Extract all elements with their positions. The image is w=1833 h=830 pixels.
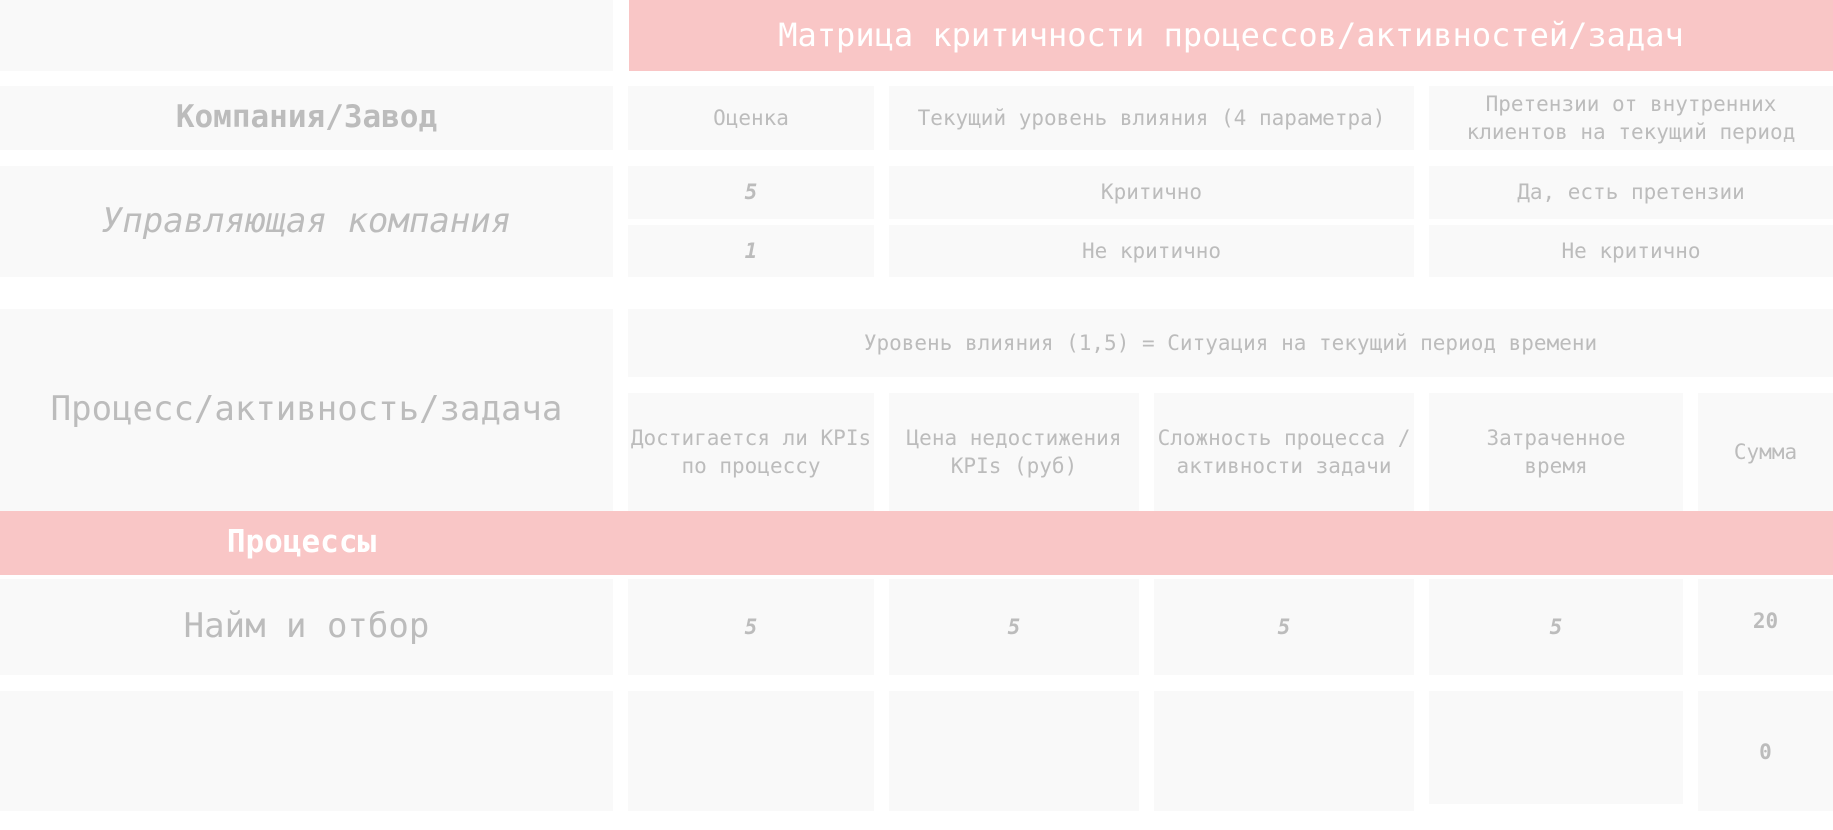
column-header: Достигается ли KPIs по процессу: [628, 393, 874, 511]
column-header: Сложность процесса /активности задачи: [1154, 393, 1414, 511]
section-title: Процессы: [226, 524, 377, 561]
row-value: [1154, 691, 1414, 811]
matrix-title: Матрица критичности процессов/активносте…: [629, 0, 1833, 71]
row-value: [889, 691, 1139, 811]
column-header: Сумма: [1698, 393, 1833, 511]
row-sum: 0: [1698, 691, 1833, 811]
legend-claims: Да, есть претензии: [1429, 166, 1833, 219]
legend-score: 1: [628, 225, 874, 277]
column-header: Затраченное время: [1429, 393, 1683, 511]
legend-impact: Критично: [889, 166, 1414, 219]
section-header: Процессы: [0, 511, 1833, 575]
company-name: Управляющая компания: [0, 166, 613, 277]
row-sum: 20: [1698, 579, 1833, 675]
impact-note: Уровень влияния (1,5) = Ситуация на теку…: [628, 309, 1833, 377]
legend-claims: Не критично: [1429, 225, 1833, 277]
row-value: 5: [889, 579, 1139, 675]
row-name: [0, 691, 613, 811]
legend-score: 5: [628, 166, 874, 219]
process-label: Процесс/активность/задача: [0, 309, 613, 511]
row-value: [628, 691, 874, 811]
header-score: Оценка: [628, 86, 874, 150]
top-left-blank: [0, 0, 613, 71]
row-value: [1429, 691, 1683, 804]
header-claims: Претензии от внутренних клиентов на теку…: [1429, 86, 1833, 150]
company-label: Компания/Завод: [0, 86, 613, 150]
header-impact-level: Текущий уровень влияния (4 параметра): [889, 86, 1414, 150]
row-value: 5: [1154, 579, 1414, 675]
column-header: Цена недостижения KPIs (руб): [889, 393, 1139, 511]
row-value: 5: [628, 579, 874, 675]
legend-impact: Не критично: [889, 225, 1414, 277]
row-name: Найм и отбор: [0, 579, 613, 675]
row-value: 5: [1429, 579, 1683, 675]
